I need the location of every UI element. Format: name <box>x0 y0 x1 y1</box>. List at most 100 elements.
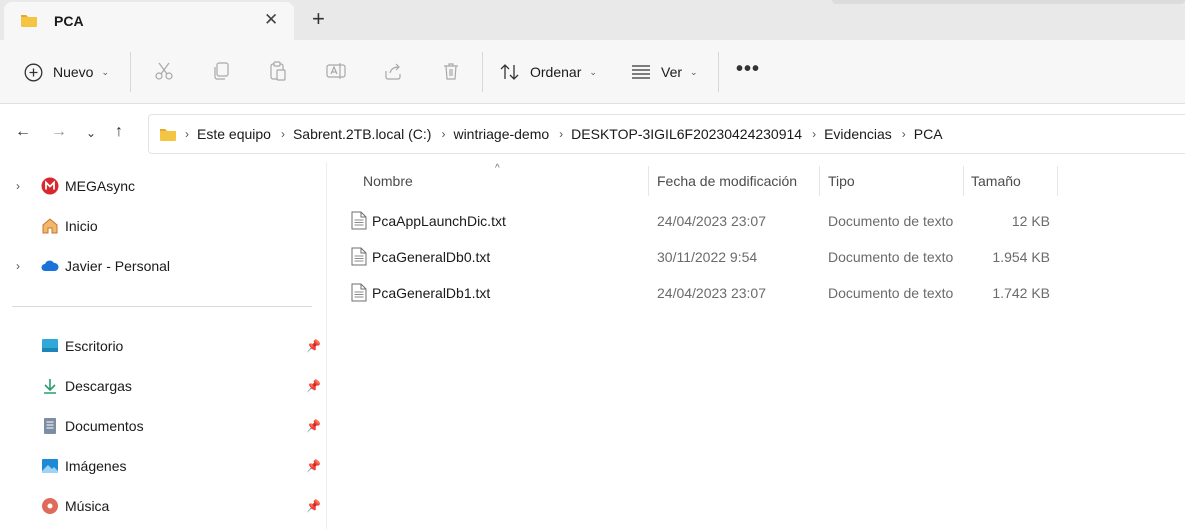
sort-button-label: Ordenar <box>530 64 582 80</box>
window-drag-area[interactable] <box>832 0 1185 4</box>
column-header-label: Tipo <box>828 173 855 189</box>
view-button-label: Ver <box>661 64 683 80</box>
column-header-type[interactable]: Tipo <box>828 162 958 200</box>
sidebar-item-label: Documentos <box>65 418 144 434</box>
close-tab-icon[interactable]: ✕ <box>264 10 278 30</box>
more-options-button[interactable]: ••• <box>736 58 760 81</box>
chevron-down-icon: ⌄ <box>101 66 110 77</box>
toolbar-divider <box>482 52 483 92</box>
file-name: PcaAppLaunchDic.txt <box>372 213 506 229</box>
tab-strip: PCA ✕ + <box>0 0 1185 40</box>
breadcrumb-item[interactable]: Sabrent.2TB.local (C:) <box>293 126 432 142</box>
recent-locations-chevron-icon[interactable]: ⌄ <box>86 126 96 140</box>
pin-icon[interactable]: 📌 <box>306 339 321 353</box>
column-header-label: Nombre <box>363 173 413 189</box>
breadcrumb-item[interactable]: Este equipo <box>197 126 271 142</box>
breadcrumb-chevron-icon[interactable]: › <box>281 127 285 141</box>
pin-icon[interactable]: 📌 <box>306 459 321 473</box>
plus-circle-icon <box>24 63 43 81</box>
chevron-down-icon: ⌄ <box>589 66 597 77</box>
desktop-icon <box>42 339 58 352</box>
breadcrumb-chevron-icon[interactable]: › <box>559 127 563 141</box>
sidebar-item-label: Javier - Personal <box>65 258 171 274</box>
tab-title: PCA <box>54 13 84 29</box>
toolbar-divider <box>130 52 131 92</box>
mega-icon <box>41 177 59 195</box>
column-header-label: Fecha de modificación <box>657 173 798 189</box>
pin-icon[interactable]: 📌 <box>306 499 321 513</box>
breadcrumb-chevron-icon[interactable]: › <box>812 127 816 141</box>
column-divider[interactable] <box>1057 166 1058 196</box>
file-row[interactable]: PcaGeneralDb1.txt 24/04/2023 23:07 Docum… <box>327 275 1185 311</box>
file-size: 12 KB <box>1011 213 1050 229</box>
pin-icon[interactable]: 📌 <box>306 379 321 393</box>
navigation-pane: › MEGAsync Inicio › Javier - Personal Es… <box>0 162 326 529</box>
sidebar-item-label: MEGAsync <box>65 178 136 194</box>
column-header-label: Tamaño <box>971 173 1021 189</box>
sidebar-item-escritorio[interactable]: Escritorio 📌 <box>0 328 326 364</box>
sidebar-item-onedrive[interactable]: › Javier - Personal <box>0 248 326 284</box>
sidebar-item-megasync[interactable]: › MEGAsync <box>0 168 326 204</box>
pin-icon[interactable]: 📌 <box>306 419 321 433</box>
breadcrumb-chevron-icon[interactable]: › <box>441 127 445 141</box>
up-arrow-icon[interactable]: ↑ <box>115 123 123 141</box>
breadcrumb: › Este equipo › Sabrent.2TB.local (C:) ›… <box>185 126 953 142</box>
expand-chevron-icon[interactable]: › <box>16 179 20 193</box>
file-date: 30/11/2022 9:54 <box>657 249 758 265</box>
delete-icon[interactable] <box>441 61 461 81</box>
breadcrumb-item[interactable]: wintriage-demo <box>453 126 549 142</box>
tab-pca[interactable]: PCA ✕ <box>4 2 294 40</box>
file-list: ^ Nombre Fecha de modificación Tipo Tama… <box>327 162 1185 529</box>
new-tab-button[interactable]: + <box>312 7 325 31</box>
music-icon <box>42 498 58 514</box>
text-file-icon <box>351 283 367 302</box>
folder-icon <box>21 15 37 27</box>
breadcrumb-item[interactable]: DESKTOP-3IGIL6F20230424230914 <box>571 126 802 142</box>
sidebar-item-imagenes[interactable]: Imágenes 📌 <box>0 448 326 484</box>
sort-button[interactable]: Ordenar ⌄ <box>500 40 597 104</box>
cut-icon[interactable] <box>154 61 174 81</box>
file-type: Documento de texto <box>828 249 954 265</box>
address-bar[interactable]: › Este equipo › Sabrent.2TB.local (C:) ›… <box>148 114 1185 154</box>
sidebar-item-label: Descargas <box>65 378 132 394</box>
breadcrumb-item-current[interactable]: PCA <box>914 126 943 142</box>
sidebar-item-label: Escritorio <box>65 338 124 354</box>
onedrive-icon <box>41 260 59 271</box>
forward-arrow-icon[interactable]: → <box>51 123 67 141</box>
column-divider[interactable] <box>963 166 964 196</box>
sidebar-item-musica[interactable]: Música 📌 <box>0 488 326 524</box>
file-date: 24/04/2023 23:07 <box>657 213 766 229</box>
file-row[interactable]: PcaAppLaunchDic.txt 24/04/2023 23:07 Doc… <box>327 203 1185 239</box>
breadcrumb-item[interactable]: Evidencias <box>824 126 892 142</box>
column-header-date[interactable]: Fecha de modificación <box>657 162 817 200</box>
column-header-size[interactable]: Tamaño <box>971 162 1051 200</box>
address-row: ← → ⌄ ↑ › Este equipo › Sabrent.2TB.loca… <box>0 104 1185 162</box>
breadcrumb-chevron-icon[interactable]: › <box>902 127 906 141</box>
back-arrow-icon[interactable]: ← <box>15 123 31 141</box>
paste-icon[interactable] <box>268 61 288 81</box>
file-date: 24/04/2023 23:07 <box>657 285 766 301</box>
new-button[interactable]: Nuevo ⌄ <box>24 40 109 104</box>
copy-icon[interactable] <box>211 61 231 81</box>
sidebar-item-descargas[interactable]: Descargas 📌 <box>0 368 326 404</box>
view-list-icon <box>632 65 650 79</box>
file-type: Documento de texto <box>828 213 954 229</box>
view-button[interactable]: Ver ⌄ <box>631 40 698 104</box>
breadcrumb-chevron-icon[interactable]: › <box>185 127 189 141</box>
file-name: PcaGeneralDb1.txt <box>372 285 491 301</box>
file-size: 1.742 KB <box>992 285 1050 301</box>
command-bar: Nuevo ⌄ Ordenar ⌄ Ver ⌄ ••• <box>0 40 1185 104</box>
column-divider[interactable] <box>648 166 649 196</box>
toolbar-divider <box>718 52 719 92</box>
share-icon[interactable] <box>383 61 403 81</box>
expand-chevron-icon[interactable]: › <box>16 259 20 273</box>
text-file-icon <box>351 211 367 230</box>
column-header-name[interactable]: Nombre <box>363 162 643 200</box>
file-row[interactable]: PcaGeneralDb0.txt 30/11/2022 9:54 Docume… <box>327 239 1185 275</box>
rename-icon[interactable] <box>326 61 346 81</box>
column-divider[interactable] <box>819 166 820 196</box>
sidebar-item-inicio[interactable]: Inicio <box>0 208 326 244</box>
sort-icon <box>500 64 519 80</box>
file-name: PcaGeneralDb0.txt <box>372 249 491 265</box>
sidebar-item-documentos[interactable]: Documentos 📌 <box>0 408 326 444</box>
